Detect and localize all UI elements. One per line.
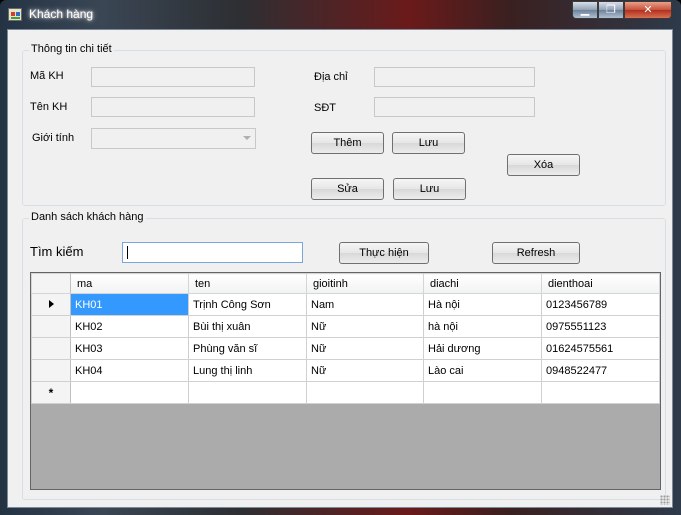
ten-kh-label: Tên KH — [30, 101, 68, 113]
gioi-tinh-label: Giới tính — [32, 132, 75, 144]
table-cell[interactable]: Lung thị linh — [188, 359, 307, 382]
resize-grip-icon[interactable] — [660, 495, 670, 505]
ma-kh-field[interactable] — [91, 67, 255, 87]
table-cell[interactable]: Lào cai — [423, 359, 542, 382]
close-icon: ✕ — [643, 3, 653, 16]
minimize-button[interactable]: ▁ — [572, 1, 598, 19]
table-cell[interactable]: Hải dương — [423, 337, 542, 360]
refresh-button[interactable]: Refresh — [492, 242, 580, 264]
xoa-button[interactable]: Xóa — [507, 154, 580, 176]
ten-kh-field[interactable] — [91, 97, 255, 117]
title-bar[interactable]: Khách hàng ▁ ❐ ✕ — [0, 0, 681, 30]
table-cell[interactable]: Trịnh Công Sơn — [188, 293, 307, 316]
gioi-tinh-combobox[interactable] — [91, 128, 256, 149]
row-header[interactable] — [31, 293, 71, 316]
table-cell[interactable] — [423, 381, 542, 404]
minimize-icon: ▁ — [580, 3, 590, 16]
details-group-title: Thông tin chi tiết — [29, 43, 114, 55]
table-cell[interactable]: KH04 — [70, 359, 189, 382]
table-cell[interactable]: Bùi thị xuân — [188, 315, 307, 338]
search-label: Tìm kiếm — [30, 244, 84, 259]
table-row[interactable]: KH02 Bùi thị xuân Nữ hà nội 0975551123 — [31, 315, 660, 338]
current-row-arrow-icon — [48, 299, 54, 308]
window-title: Khách hàng — [29, 7, 94, 21]
column-header-diachi[interactable]: diachi — [423, 273, 542, 294]
table-cell[interactable] — [188, 381, 307, 404]
sua-button[interactable]: Sửa — [311, 178, 384, 200]
sdt-label: SĐT — [314, 102, 336, 114]
maximize-button[interactable]: ❐ — [598, 1, 624, 19]
customer-grid[interactable]: ma ten gioitinh diachi dienthoai KH01 Tr… — [30, 272, 661, 490]
sdt-field[interactable] — [374, 97, 535, 117]
app-window: Khách hàng ▁ ❐ ✕ Thông tin chi tiết Mã K… — [0, 0, 681, 515]
them-button[interactable]: Thêm — [311, 132, 384, 154]
column-header-dienthoai[interactable]: dienthoai — [541, 273, 660, 294]
thuc-hien-button[interactable]: Thực hiện — [339, 242, 429, 264]
row-header[interactable] — [31, 359, 71, 382]
grid-corner-cell[interactable] — [31, 273, 71, 294]
column-header-ma[interactable]: ma — [70, 273, 189, 294]
table-cell[interactable]: Nữ — [306, 337, 424, 360]
new-row[interactable]: * — [31, 381, 660, 404]
table-row[interactable]: KH03 Phùng văn sĩ Nữ Hải dương 016245755… — [31, 337, 660, 360]
table-cell[interactable]: 0975551123 — [541, 315, 660, 338]
table-cell[interactable]: Nữ — [306, 359, 424, 382]
table-row[interactable]: KH04 Lung thị linh Nữ Lào cai 0948522477 — [31, 359, 660, 382]
maximize-icon: ❐ — [606, 3, 616, 16]
table-row[interactable]: KH01 Trịnh Công Sơn Nam Hà nội 012345678… — [31, 293, 660, 316]
dia-chi-label: Địa chỉ — [314, 71, 348, 83]
ma-kh-label: Mã KH — [30, 70, 64, 82]
row-header[interactable] — [31, 337, 71, 360]
luu-bottom-button[interactable]: Lưu — [393, 178, 466, 200]
close-button[interactable]: ✕ — [624, 1, 672, 19]
table-cell[interactable]: Hà nội — [423, 293, 542, 316]
new-row-star-icon: * — [48, 385, 54, 400]
grid-header-row: ma ten gioitinh diachi dienthoai — [31, 273, 660, 294]
table-cell[interactable]: KH03 — [70, 337, 189, 360]
column-header-gioitinh[interactable]: gioitinh — [306, 273, 424, 294]
table-cell[interactable]: KH02 — [70, 315, 189, 338]
search-input[interactable] — [122, 242, 303, 263]
table-cell[interactable] — [306, 381, 424, 404]
table-cell[interactable]: Nữ — [306, 315, 424, 338]
table-cell[interactable] — [70, 381, 189, 404]
form-icon — [8, 8, 22, 21]
column-header-ten[interactable]: ten — [188, 273, 307, 294]
customer-list-group-title: Danh sách khách hàng — [29, 211, 146, 223]
luu-top-button[interactable]: Lưu — [392, 132, 465, 154]
table-cell[interactable]: 01624575561 — [541, 337, 660, 360]
text-caret — [127, 246, 128, 259]
table-cell[interactable]: Nam — [306, 293, 424, 316]
table-cell[interactable] — [541, 381, 660, 404]
form-client-area: Thông tin chi tiết Mã KH Tên KH Giới tín… — [7, 29, 673, 508]
customer-table: ma ten gioitinh diachi dienthoai KH01 Tr… — [31, 273, 660, 404]
table-cell[interactable]: 0123456789 — [541, 293, 660, 316]
new-row-header[interactable]: * — [31, 381, 71, 404]
chevron-down-icon — [243, 136, 251, 140]
table-cell[interactable]: KH01 — [70, 293, 189, 316]
dia-chi-field[interactable] — [374, 67, 535, 87]
row-header[interactable] — [31, 315, 71, 338]
table-cell[interactable]: 0948522477 — [541, 359, 660, 382]
table-cell[interactable]: Phùng văn sĩ — [188, 337, 307, 360]
table-cell[interactable]: hà nội — [423, 315, 542, 338]
